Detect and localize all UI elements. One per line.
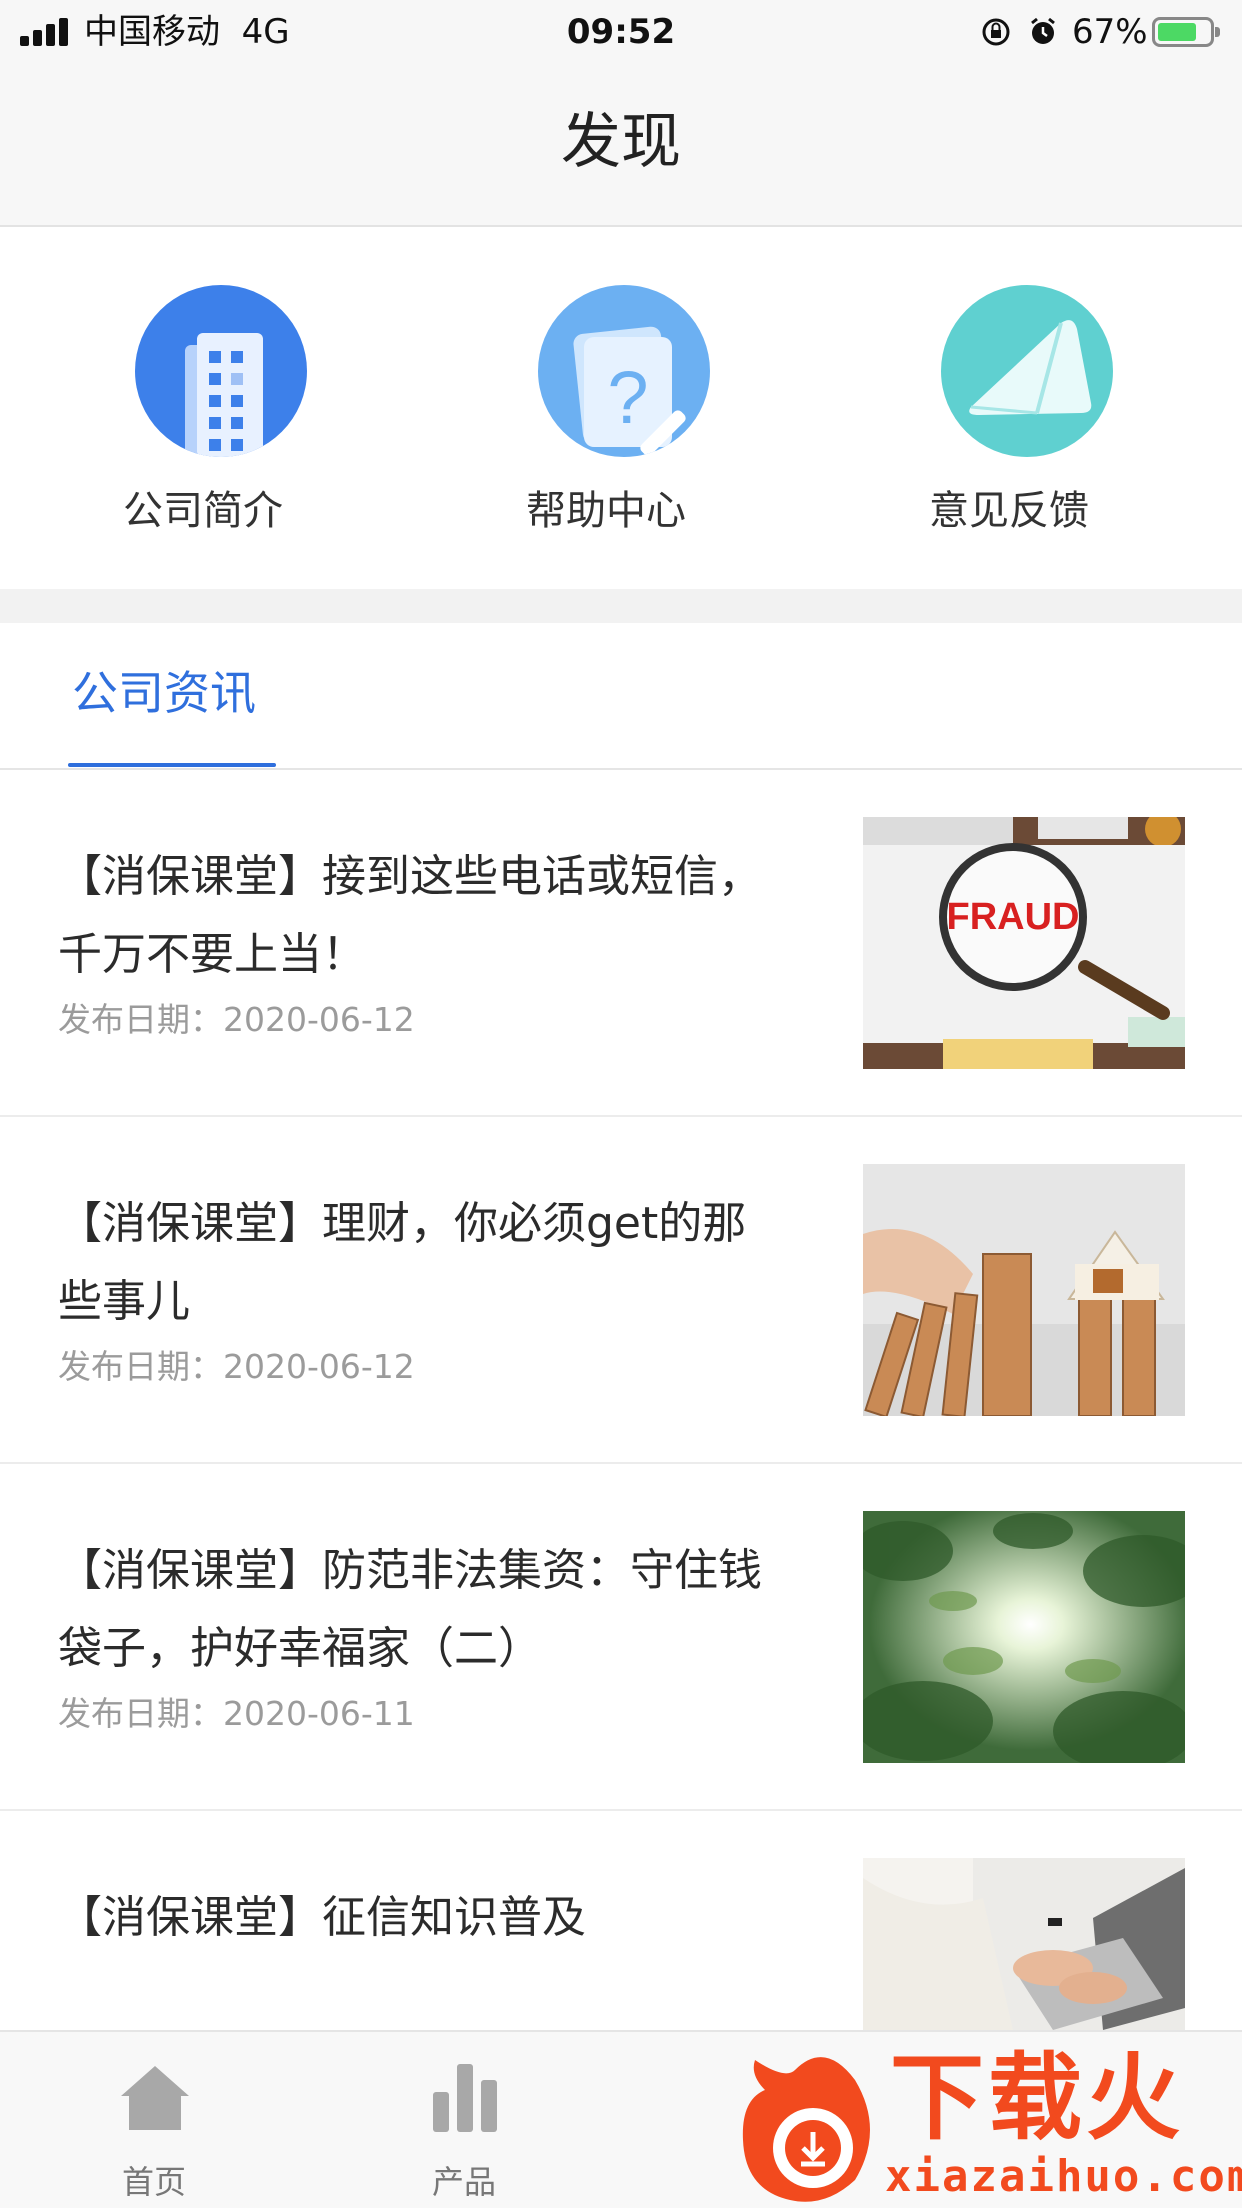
- news-tab-bar: 公司资讯: [0, 623, 1242, 770]
- help-icon: ?: [538, 285, 710, 457]
- tab-company-news[interactable]: 公司资讯: [72, 663, 256, 723]
- watermark-text: 下载火: [890, 2044, 1185, 2153]
- navigation-bar: 发现: [0, 64, 1242, 227]
- news-thumbnail-fraud: FRAUD: [863, 817, 1185, 1069]
- tab-label: 首页: [121, 2163, 186, 2201]
- news-item[interactable]: 【消保课堂】理财，你必须get的那些事儿 发布日期：2020-06-12: [0, 1117, 1242, 1464]
- entry-label: 意见反馈: [929, 488, 1089, 534]
- battery-percent: 67%: [1072, 12, 1148, 52]
- home-icon: [121, 2066, 189, 2130]
- news-thumbnail-blocks: [863, 1164, 1185, 1416]
- tab-label: 产品: [431, 2163, 496, 2201]
- flame-logo-icon: [742, 2057, 870, 2202]
- alarm-icon: [1031, 17, 1055, 44]
- entry-company-intro[interactable]: 公司简介: [53, 285, 353, 545]
- news-title: 【消保课堂】征信知识普及: [58, 1892, 586, 1943]
- news-date: 发布日期：2020-06-12: [58, 1347, 415, 1386]
- page-title: 发现: [561, 107, 681, 177]
- tab-home[interactable]: 首页: [84, 2054, 224, 2201]
- battery-icon: [1152, 17, 1220, 47]
- bar-chart-icon: [433, 2064, 497, 2132]
- news-title: 【消保课堂】理财，你必须get的那些事儿: [58, 1198, 747, 1327]
- news-date: 发布日期：2020-06-11: [58, 1694, 415, 1733]
- svg-text:?: ?: [607, 356, 648, 439]
- watermark-logo: 下载火 xiazaihuo.com: [735, 2040, 1242, 2208]
- status-bar: 中国移动 4G 09:52 67%: [0, 0, 1242, 64]
- building-icon: [135, 285, 307, 457]
- rotation-lock-icon: [982, 18, 1010, 46]
- entry-label: 公司简介: [123, 488, 283, 534]
- tab-active-indicator: [68, 763, 276, 767]
- entry-feedback[interactable]: 意见反馈: [859, 285, 1159, 545]
- envelope-icon: [941, 285, 1113, 457]
- news-thumbnail-laptop: [863, 1858, 1185, 2030]
- fraud-text: FRAUD: [947, 896, 1080, 938]
- entry-label: 帮助中心: [526, 488, 686, 534]
- entry-help-center[interactable]: ? 帮助中心: [456, 285, 756, 545]
- news-item[interactable]: 【消保课堂】接到这些电话或短信，千万不要上当！ 发布日期：2020-06-12 …: [0, 770, 1242, 1117]
- tab-products[interactable]: 产品: [394, 2054, 534, 2201]
- quick-entries: 公司简介 ? 帮助中心 意见反馈: [0, 227, 1242, 589]
- news-item[interactable]: 【消保课堂】防范非法集资：守住钱袋子，护好幸福家（二） 发布日期：2020-06…: [0, 1464, 1242, 1811]
- news-title: 【消保课堂】防范非法集资：守住钱袋子，护好幸福家（二）: [58, 1545, 762, 1674]
- news-date: 发布日期：2020-06-12: [58, 1000, 415, 1039]
- news-title: 【消保课堂】接到这些电话或短信，千万不要上当！: [58, 851, 762, 980]
- watermark-url: xiazaihuo.com: [885, 2151, 1242, 2202]
- news-thumbnail-leaves: [863, 1511, 1185, 1763]
- section-divider: [0, 589, 1242, 623]
